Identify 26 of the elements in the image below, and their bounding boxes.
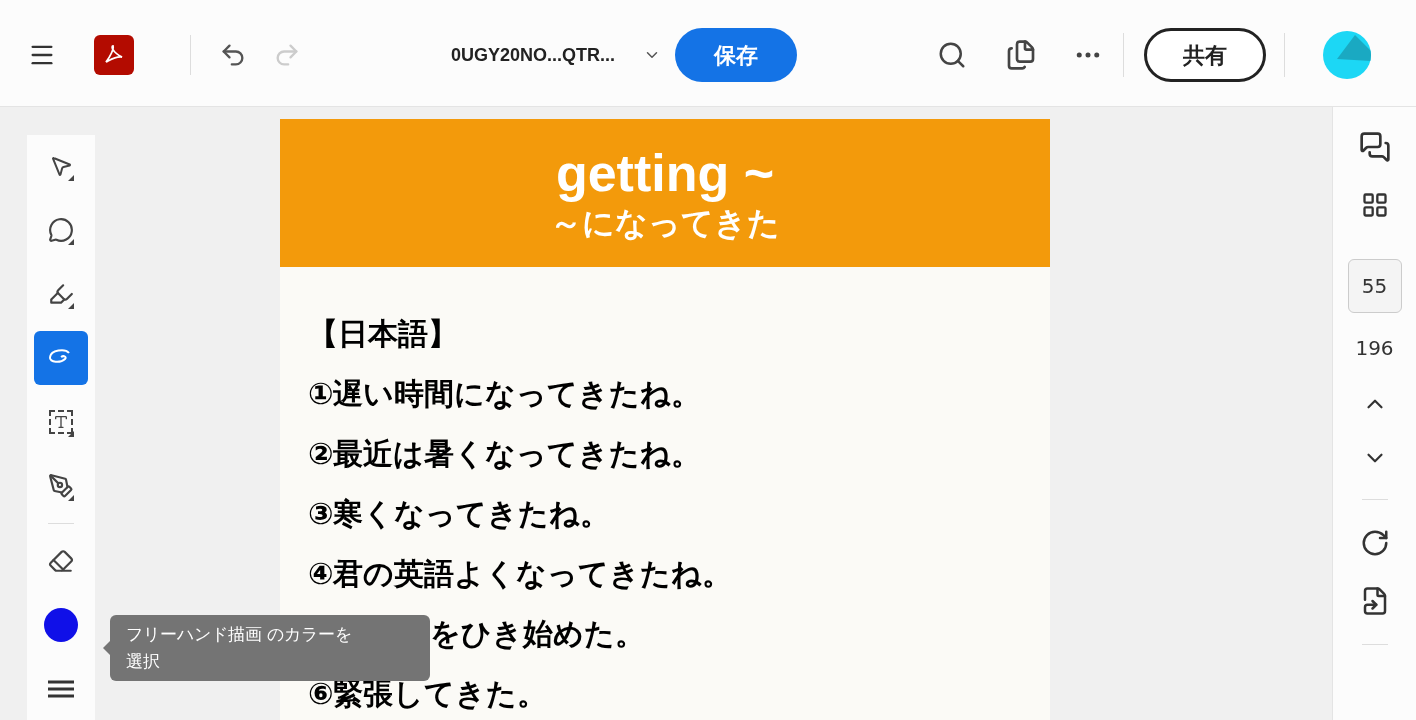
comment-icon [48, 217, 74, 243]
example-sentence: をひき始めた。 [430, 615, 645, 653]
highlighter-icon [48, 281, 74, 307]
color-swatch[interactable] [44, 608, 78, 642]
page-number-field[interactable]: 55 [1347, 259, 1402, 313]
share-button[interactable]: 共有 [1144, 28, 1267, 82]
example-sentence: ①遅い時間になってきたね。 [308, 375, 702, 413]
file-name: 0UGY20NO...QTR... [451, 43, 616, 67]
slide-title: getting ~ [555, 143, 775, 203]
page-total: 196 [1355, 335, 1394, 362]
thumbnails-icon[interactable] [1360, 191, 1389, 219]
pointer-icon [49, 154, 73, 178]
slide-subtitle: ～になってきた [550, 203, 780, 243]
comments-icon[interactable] [1358, 131, 1391, 163]
example-sentence: ②最近は暑くなってきたね。 [308, 435, 702, 473]
eraser-icon [48, 548, 74, 574]
example-sentence: ③寒くなってきたね。 [308, 495, 611, 533]
example-sentence: ④君の英語よくなってきたね。 [308, 555, 733, 593]
app-logo [94, 35, 134, 75]
save-button[interactable]: 保存 [675, 28, 798, 82]
pen-icon [48, 473, 74, 499]
section-heading: 【日本語】 [308, 315, 459, 353]
avatar[interactable] [1323, 31, 1372, 79]
line-weight-icon [48, 680, 74, 698]
tooltip: フリーハンド描画 のカラーを 選択 [110, 615, 430, 681]
text-box-icon [49, 410, 73, 434]
